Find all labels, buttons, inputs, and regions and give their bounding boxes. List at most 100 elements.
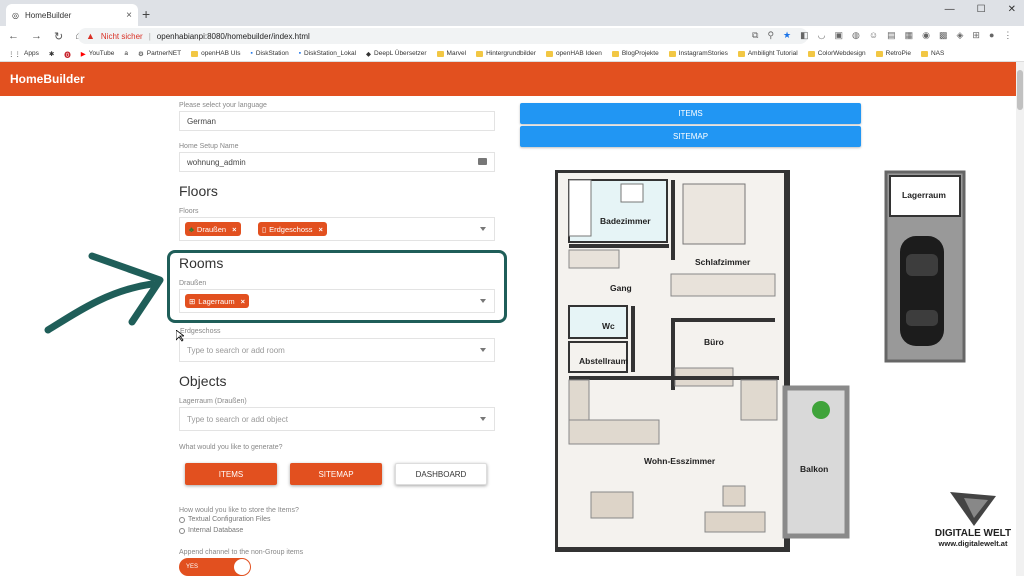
- radio-database[interactable]: Internal Database: [179, 527, 243, 534]
- bookmark-icon-only[interactable]: a: [124, 50, 128, 57]
- remove-chip-icon[interactable]: ×: [241, 297, 245, 306]
- bookmark-partnernet[interactable]: ⚙ PartnerNET: [138, 50, 181, 58]
- floors-header: Floors: [179, 183, 218, 199]
- watermark: DIGITALE WELT www.digitalewelt.at: [930, 488, 1016, 548]
- bookmark-youtube[interactable]: ▶ YouTube: [81, 50, 115, 58]
- generate-dashboard-button[interactable]: DASHBOARD: [395, 463, 487, 485]
- bookmark-diskstation-lokal[interactable]: ▪ DiskStation_Lokal: [299, 50, 356, 57]
- bookmark-folder[interactable]: NAS: [920, 50, 944, 57]
- reload-icon[interactable]: ↻: [54, 30, 63, 43]
- room-gang: Gang: [610, 283, 632, 293]
- arrow-overlay-icon: [44, 252, 164, 334]
- extension-icon[interactable]: ◧: [800, 30, 809, 41]
- radio-circle[interactable]: [179, 516, 185, 523]
- pocket-icon[interactable]: ◡: [818, 30, 826, 41]
- folder-icon: [920, 50, 928, 57]
- language-field[interactable]: German: [179, 111, 495, 131]
- zoom-icon[interactable]: ⚲: [767, 30, 774, 41]
- setup-name-input[interactable]: wohnung_admin: [179, 152, 495, 172]
- deepl-icon: ◆: [366, 50, 372, 58]
- chevron-down-icon[interactable]: [480, 227, 486, 231]
- folder-icon: [611, 50, 619, 57]
- folder-icon: [668, 50, 676, 57]
- bookmark-folder[interactable]: ColorWebdesign: [807, 50, 866, 57]
- remove-chip-icon[interactable]: ×: [319, 225, 323, 234]
- extension-icon[interactable]: ◍: [852, 30, 860, 41]
- rooms-outside-label: Draußen: [179, 280, 207, 287]
- bookmark-icon-only[interactable]: ⓿: [64, 49, 71, 59]
- bookmark-folder[interactable]: RetroPie: [875, 50, 911, 57]
- chip-floor-ground[interactable]: ▯ Erdgeschoss ×: [258, 222, 327, 236]
- window-controls: — ☐ ✕: [945, 4, 1016, 15]
- omnibox[interactable]: ▲ Nicht sicher | openhabianpi:8080/homeb…: [78, 28, 808, 44]
- extension-icon[interactable]: ◉: [922, 30, 930, 41]
- extension-icon[interactable]: ⊞: [972, 30, 980, 41]
- browser-tabbar: ◎ HomeBuilder × + — ☐ ✕: [0, 0, 1024, 26]
- generate-items-button[interactable]: ITEMS: [185, 463, 277, 485]
- bookmark-deepl[interactable]: ◆ DeepL Übersetzer: [366, 50, 427, 58]
- chip-floor-outside[interactable]: ♣ Draußen ×: [185, 222, 241, 236]
- browser-tab[interactable]: ◎ HomeBuilder ×: [6, 4, 138, 26]
- folder-icon: [737, 50, 745, 57]
- menu-icon[interactable]: ⋮: [1003, 30, 1012, 41]
- close-window-icon[interactable]: ✕: [1008, 4, 1016, 15]
- rooms-ground-input[interactable]: Type to search or add room: [179, 338, 495, 362]
- radio-textual[interactable]: Textual Configuration Files: [179, 516, 271, 523]
- bookmark-icon: ⚙: [137, 50, 144, 58]
- radio-circle[interactable]: [179, 527, 185, 534]
- forward-icon[interactable]: →: [31, 30, 42, 43]
- profile-icon[interactable]: ●: [989, 30, 994, 41]
- room-buero: Büro: [704, 337, 724, 347]
- chevron-down-icon[interactable]: [480, 299, 486, 303]
- folder-icon: [545, 50, 553, 57]
- close-tab-icon[interactable]: ×: [126, 10, 132, 21]
- chip-room-lagerraum[interactable]: ⊞ Lagerraum ×: [185, 294, 249, 308]
- minimize-icon[interactable]: —: [945, 4, 955, 15]
- back-icon[interactable]: ←: [8, 30, 19, 43]
- new-tab-button[interactable]: +: [142, 6, 150, 22]
- chevron-down-icon[interactable]: [480, 348, 486, 352]
- objects-header: Objects: [179, 373, 227, 389]
- extension-icon[interactable]: ▦: [905, 30, 914, 41]
- remove-chip-icon[interactable]: ×: [232, 225, 236, 234]
- tab-title: HomeBuilder: [24, 10, 72, 20]
- youtube-icon: ▶: [80, 50, 86, 58]
- extension-icons: ⧉ ⚲ ★ ◧ ◡ ▣ ◍ ☺ ▤ ▦ ◉ ▩ ◈ ⊞ ● ⋮: [752, 30, 1012, 41]
- bookmarks-bar: ⋮⋮ Apps ✱ ⓿ ▶ YouTube a ⚙ PartnerNET openHA…: [0, 46, 1024, 62]
- extension-icon[interactable]: ☺: [869, 30, 878, 41]
- star-icon[interactable]: ★: [783, 30, 791, 41]
- objects-input[interactable]: Type to search or add object: [179, 407, 495, 431]
- append-label: Append channel to the non-Group items: [179, 549, 304, 556]
- scrollbar-track[interactable]: [1016, 62, 1024, 576]
- bookmark-folder[interactable]: openHAB Ideen: [545, 50, 602, 57]
- extension-icon[interactable]: ▣: [834, 30, 843, 41]
- toggle-knob[interactable]: [234, 559, 250, 575]
- translate-icon[interactable]: ⧉: [752, 30, 758, 41]
- scrollbar-thumb[interactable]: [1017, 70, 1023, 110]
- right-items-button[interactable]: ITEMS: [520, 103, 861, 124]
- maximize-icon[interactable]: ☐: [977, 4, 986, 15]
- bookmark-apps[interactable]: ⋮⋮ Apps: [8, 50, 39, 58]
- bookmark-folder[interactable]: openHAB UIs: [191, 50, 241, 57]
- keyboard-icon: [478, 158, 487, 165]
- bookmark-folder[interactable]: Marvel: [436, 50, 466, 57]
- folder-icon: [191, 50, 199, 57]
- bookmark-folder[interactable]: Hintergrundbilder: [476, 50, 536, 57]
- bookmark-diskstation[interactable]: ▪ DiskStation: [251, 50, 289, 57]
- url-text: openhabianpi:8080/homebuilder/index.html: [156, 31, 310, 41]
- extension-icon[interactable]: ▩: [939, 30, 948, 41]
- room-wc: Wc: [602, 321, 615, 331]
- append-toggle[interactable]: YES: [179, 558, 251, 576]
- right-sitemap-button[interactable]: SITEMAP: [520, 126, 861, 147]
- chevron-down-icon[interactable]: [480, 417, 486, 421]
- bookmark-icon-only[interactable]: ✱: [49, 50, 54, 58]
- bookmark-folder[interactable]: InstagramStories: [668, 50, 728, 57]
- bookmark-folder[interactable]: Ambilight Tutorial: [737, 50, 798, 57]
- extension-icon[interactable]: ◈: [956, 30, 963, 41]
- bookmark-folder[interactable]: BlogProjekte: [611, 50, 659, 57]
- room-schlafzimmer: Schlafzimmer: [695, 257, 751, 267]
- diskstation-icon: ▪: [250, 50, 253, 57]
- generate-sitemap-button[interactable]: SITEMAP: [290, 463, 382, 485]
- rooms-ground-label: Erdgeschoss: [180, 328, 221, 335]
- extension-icon[interactable]: ▤: [887, 30, 896, 41]
